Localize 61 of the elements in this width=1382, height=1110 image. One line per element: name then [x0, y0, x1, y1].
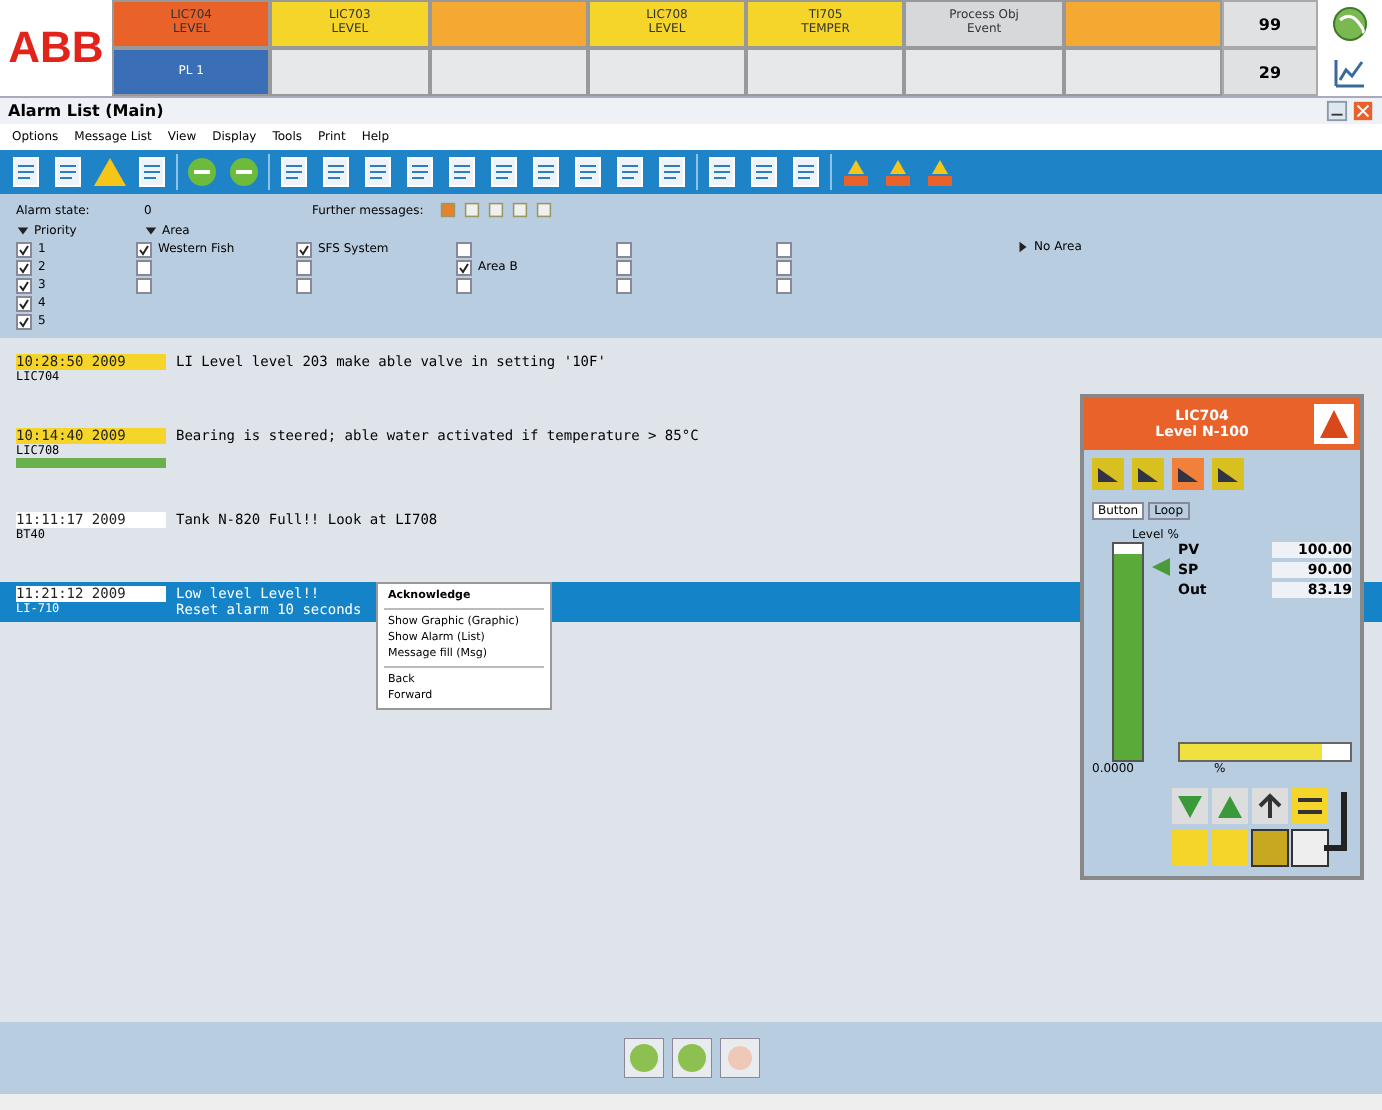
- document-icon[interactable]: [134, 154, 170, 190]
- alarm-icon[interactable]: [1314, 404, 1354, 444]
- expander-icon[interactable]: [144, 223, 158, 237]
- tank-icon[interactable]: [1212, 458, 1244, 490]
- window-title: Alarm List (Main): [8, 102, 164, 120]
- document-icon[interactable]: [570, 154, 606, 190]
- checkbox[interactable]: [296, 241, 312, 257]
- checkbox[interactable]: [16, 277, 32, 293]
- document-icon[interactable]: [276, 154, 312, 190]
- tank-icon[interactable]: [1092, 458, 1124, 490]
- warning-icon[interactable]: [92, 154, 128, 190]
- control-buttons-drawing[interactable]: [1172, 788, 1352, 868]
- document-icon[interactable]: [528, 154, 564, 190]
- alarm-count: 29: [1222, 48, 1318, 96]
- logo: ABB: [6, 20, 106, 76]
- checkbox[interactable]: [16, 313, 32, 329]
- document-icon[interactable]: [746, 154, 782, 190]
- document-icon[interactable]: [704, 154, 740, 190]
- checkbox[interactable]: [456, 277, 472, 293]
- checkbox[interactable]: [136, 277, 152, 293]
- checkbox[interactable]: [776, 259, 792, 275]
- document-icon[interactable]: [654, 154, 690, 190]
- hand-icon[interactable]: [719, 1038, 759, 1078]
- expander-icon[interactable]: [16, 223, 30, 237]
- globe-icon[interactable]: [1330, 4, 1370, 44]
- expander-icon[interactable]: [1016, 240, 1030, 254]
- checkbox[interactable]: [136, 241, 152, 257]
- round-button-icon[interactable]: [671, 1038, 711, 1078]
- checkbox[interactable]: [136, 259, 152, 275]
- checkbox[interactable]: [16, 259, 32, 275]
- minimize-icon[interactable]: [1326, 100, 1348, 122]
- alarm-tile[interactable]: [1063, 0, 1222, 48]
- close-icon[interactable]: [1352, 100, 1374, 122]
- setpoint-pointer-icon: [1152, 558, 1170, 576]
- tank-icon[interactable]: [1172, 458, 1204, 490]
- checkbox[interactable]: [776, 277, 792, 293]
- document-icon[interactable]: [318, 154, 354, 190]
- document-icon[interactable]: [788, 154, 824, 190]
- document-icon[interactable]: [486, 154, 522, 190]
- checkbox[interactable]: [456, 241, 472, 257]
- document-icon[interactable]: [50, 154, 86, 190]
- round-button-icon[interactable]: [623, 1038, 663, 1078]
- document-icon[interactable]: [360, 154, 396, 190]
- document-icon[interactable]: [612, 154, 648, 190]
- checkbox[interactable]: [616, 241, 632, 257]
- checkbox[interactable]: [456, 259, 472, 275]
- checkbox[interactable]: [296, 277, 312, 293]
- document-icon[interactable]: [444, 154, 480, 190]
- checkbox[interactable]: [16, 241, 32, 257]
- minus-circle-icon[interactable]: [184, 154, 220, 190]
- alarm-tile[interactable]: [429, 0, 588, 48]
- document-icon[interactable]: [402, 154, 438, 190]
- checkbox[interactable]: [616, 277, 632, 293]
- tank-icon[interactable]: [1132, 458, 1164, 490]
- checkbox[interactable]: [296, 259, 312, 275]
- alarm-count: 99: [1222, 0, 1318, 48]
- checkbox[interactable]: [16, 295, 32, 311]
- checkbox[interactable]: [776, 241, 792, 257]
- checkbox[interactable]: [616, 259, 632, 275]
- minus-circle-icon[interactable]: [226, 154, 262, 190]
- document-icon[interactable]: [8, 154, 44, 190]
